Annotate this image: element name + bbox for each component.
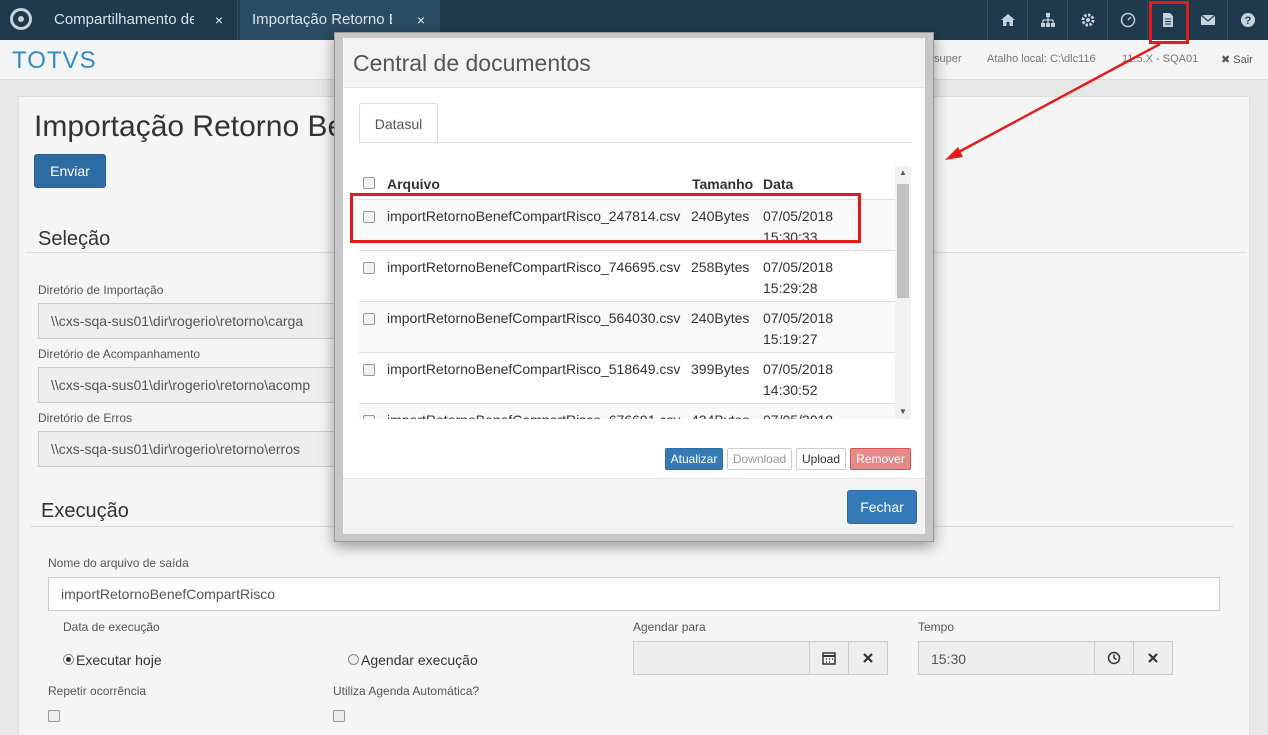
table-scrollbar[interactable]: ▲ ▼ <box>895 166 911 419</box>
section-execucao: Execução <box>41 500 129 522</box>
clock-icon[interactable] <box>1094 641 1134 675</box>
svg-text:?: ? <box>1244 15 1251 27</box>
agendar-execucao-radio[interactable] <box>348 654 359 665</box>
dir-erros-label: Diretório de Erros <box>38 411 133 425</box>
table-row[interactable]: importRetornoBenefCompartRisco_564030.cs… <box>359 301 895 352</box>
nome-arquivo-label: Nome do arquivo de saída <box>48 556 189 570</box>
file-name: importRetornoBenefCompartRisco_746695.cs… <box>387 259 681 275</box>
user-name[interactable]: super <box>934 53 962 65</box>
modal-header: Central de documentos <box>343 38 925 88</box>
gear-icon[interactable] <box>1067 0 1107 40</box>
fechar-button[interactable]: Fechar <box>847 490 917 524</box>
row-checkbox[interactable] <box>363 262 375 274</box>
column-header-data[interactable]: Data <box>763 176 793 192</box>
dir-importacao-label: Diretório de Importação <box>38 283 164 297</box>
version-label[interactable]: 11.5.X - SQA01 <box>1122 53 1198 65</box>
enviar-button[interactable]: Enviar <box>34 154 106 188</box>
utiliza-agenda-checkbox[interactable] <box>333 710 345 722</box>
agendar-para-input[interactable] <box>633 641 811 675</box>
remover-button[interactable]: Remover <box>850 448 911 470</box>
file-name: importRetornoBenefCompartRisco_676691.cs… <box>387 410 680 419</box>
page-title: Importação Retorno Be <box>34 110 345 143</box>
tab-datasul[interactable]: Datasul <box>359 103 438 143</box>
nome-arquivo-input[interactable]: importRetornoBenefCompartRisco <box>48 577 1220 611</box>
file-size: 240Bytes <box>691 310 750 326</box>
home-icon[interactable] <box>987 0 1027 40</box>
file-time: 15:19:27 <box>763 331 818 347</box>
tab-compartilhamento[interactable]: Compartilhamento de × <box>42 0 238 40</box>
dir-acomp-label: Diretório de Acompanhamento <box>38 347 201 361</box>
calendar-icon[interactable] <box>809 641 849 675</box>
file-date: 07/05/2018 <box>763 310 834 326</box>
row-checkbox[interactable] <box>363 364 375 376</box>
file-size: 434Bytes <box>691 410 749 419</box>
table-row[interactable]: importRetornoBenefCompartRisco_518649.cs… <box>359 352 895 403</box>
annotation-highlight-row-box <box>350 193 861 243</box>
row-checkbox[interactable] <box>363 313 375 325</box>
file-name: importRetornoBenefCompartRisco_564030.cs… <box>387 310 681 326</box>
section-selecao: Seleção <box>38 228 111 250</box>
row-checkbox[interactable] <box>363 415 375 419</box>
select-all-checkbox[interactable] <box>363 177 375 189</box>
data-execucao-label: Data de execução <box>63 620 160 634</box>
logout-button[interactable]: ✖ Sair <box>1221 53 1253 66</box>
download-button[interactable]: Download <box>727 448 792 470</box>
modal-footer <box>343 478 925 534</box>
help-icon[interactable]: ? <box>1227 0 1267 40</box>
modal-content: Central de documentos Datasul Arquivo Ta… <box>343 38 925 534</box>
file-date: 07/05/2018 <box>763 361 834 377</box>
tab-divider <box>359 142 912 143</box>
clear-time-icon[interactable] <box>1133 641 1173 675</box>
tab-close-icon[interactable]: × <box>215 0 223 40</box>
file-time: 14:30:52 <box>763 382 818 398</box>
dir-acomp-input[interactable]: \\cxs-sqa-sus01\dir\rogerio\retorno\acom… <box>38 367 338 403</box>
file-size: 258Bytes <box>691 259 750 275</box>
scroll-thumb[interactable] <box>897 184 909 298</box>
repetir-ocorrencia-checkbox[interactable] <box>48 710 60 722</box>
modal-title: Central de documentos <box>353 50 591 76</box>
dir-erros-input[interactable]: \\cxs-sqa-sus01\dir\rogerio\retorno\erro… <box>38 431 338 467</box>
clear-date-icon[interactable] <box>848 641 888 675</box>
utiliza-agenda-label: Utiliza Agenda Automática? <box>333 684 480 698</box>
agendar-execucao-label[interactable]: Agendar execução <box>361 652 478 668</box>
scroll-down-icon[interactable]: ▼ <box>895 405 911 419</box>
column-header-arquivo[interactable]: Arquivo <box>387 176 440 192</box>
file-size: 399Bytes <box>691 361 750 377</box>
executar-hoje-radio[interactable] <box>63 654 74 665</box>
table-row[interactable]: importRetornoBenefCompartRisco_676691.cs… <box>359 403 895 419</box>
file-date: 07/05/2018 <box>763 410 833 419</box>
tempo-input[interactable]: 15:30 <box>918 641 1096 675</box>
scroll-up-icon[interactable]: ▲ <box>895 166 911 180</box>
repetir-ocorrencia-label: Repetir ocorrência <box>48 684 147 698</box>
sitemap-icon[interactable] <box>1027 0 1067 40</box>
column-header-tamanho[interactable]: Tamanho <box>692 176 753 192</box>
table-row[interactable]: importRetornoBenefCompartRisco_746695.cs… <box>359 250 895 301</box>
agendar-para-label: Agendar para <box>633 620 706 634</box>
executar-hoje-label[interactable]: Executar hoje <box>76 652 162 668</box>
mail-icon[interactable] <box>1187 0 1227 40</box>
annotation-highlight-icon-box <box>1149 1 1189 44</box>
file-name: importRetornoBenefCompartRisco_518649.cs… <box>387 361 681 377</box>
brand-logo: TOTVS <box>12 47 97 74</box>
file-time: 15:29:28 <box>763 280 818 296</box>
upload-button[interactable]: Upload <box>796 448 846 470</box>
dashboard-icon[interactable] <box>1107 0 1147 40</box>
atualizar-button[interactable]: Atualizar <box>665 448 723 470</box>
central-documentos-modal: Central de documentos Datasul Arquivo Ta… <box>334 32 934 542</box>
dir-importacao-input[interactable]: \\cxs-sqa-sus01\dir\rogerio\retorno\carg… <box>38 303 338 339</box>
tempo-label: Tempo <box>918 620 955 634</box>
atalho-local[interactable]: Atalho local: C:\dlc116 <box>987 53 1096 65</box>
file-date: 07/05/2018 <box>763 259 834 275</box>
tab-label: Compartilhamento de <box>54 11 194 28</box>
app-logo-icon[interactable] <box>10 8 32 30</box>
